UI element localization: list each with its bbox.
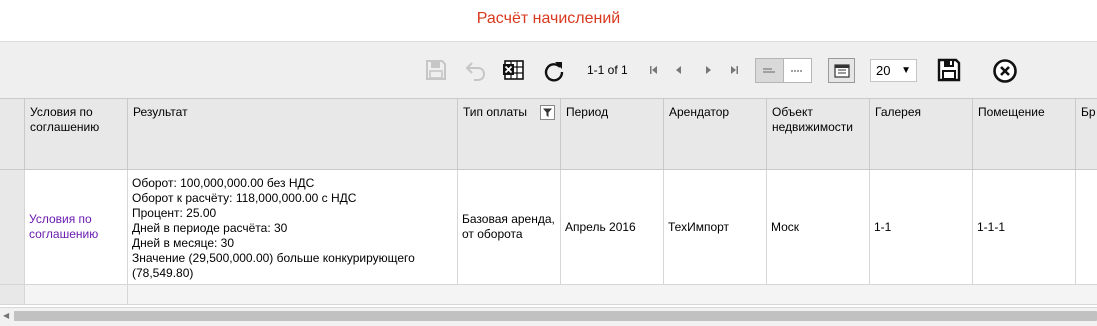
next-page-icon[interactable] <box>702 64 714 76</box>
refresh-icon[interactable] <box>541 58 567 84</box>
undo-icon[interactable] <box>462 57 490 85</box>
new-row-cell[interactable] <box>128 285 1097 305</box>
result-line: Дней в месяце: 30 <box>132 236 235 250</box>
scroll-left-icon[interactable]: ◀ <box>3 311 9 320</box>
new-row-selector[interactable] <box>0 285 25 305</box>
columns-icon[interactable] <box>828 58 855 83</box>
column-header-conditions[interactable]: Условия по соглашению <box>25 99 128 170</box>
pager-text: 1-1 of 1 <box>587 63 628 77</box>
table-cell-truncated <box>1076 170 1097 285</box>
page-size-value: 20 <box>876 63 891 78</box>
density-normal-icon[interactable] <box>784 59 811 82</box>
table-cell-premises: 1-1-1 <box>973 170 1076 285</box>
prev-page-icon[interactable] <box>673 64 685 76</box>
table-cell-gallery: 1-1 <box>870 170 973 285</box>
table-cell-conditions[interactable]: Условия по соглашению <box>25 170 128 285</box>
column-header-gallery[interactable]: Галерея <box>870 99 973 170</box>
page-size-select[interactable]: 20 ▼ <box>870 59 917 82</box>
row-selector[interactable] <box>0 170 25 285</box>
last-page-icon[interactable] <box>728 64 740 76</box>
horizontal-scrollbar[interactable]: ◀ <box>0 307 1097 326</box>
conditions-link[interactable]: Условия по соглашению <box>29 212 123 242</box>
grid-toolbar: 1-1 of 1 20 ▼ <box>0 42 1097 99</box>
table-cell-period: Апрель 2016 <box>561 170 664 285</box>
save-settings-icon[interactable] <box>935 56 963 84</box>
column-header-result[interactable]: Результат <box>128 99 458 170</box>
table-cell-property: Моск <box>767 170 870 285</box>
column-header-payment-type[interactable]: Тип оплаты <box>458 99 561 170</box>
new-row-cell[interactable] <box>25 285 128 305</box>
table-cell-tenant: ТехИмпорт <box>664 170 767 285</box>
filter-icon[interactable] <box>540 105 555 120</box>
table-cell-result: Оборот: 100,000,000.00 без НДС Оборот к … <box>128 170 458 285</box>
column-header-truncated[interactable]: Бр <box>1076 99 1097 170</box>
column-header-property[interactable]: Объект недвижимости <box>767 99 870 170</box>
row-selector-header[interactable] <box>0 99 25 170</box>
result-line: Дней в периоде расчёта: 30 <box>132 221 288 235</box>
page-title: Расчёт начислений <box>0 0 1097 42</box>
result-line: Значение (29,500,000.00) больше конкурир… <box>132 251 415 265</box>
chevron-down-icon: ▼ <box>901 65 911 76</box>
result-line: Оборот к расчёту: 118,000,000.00 с НДС <box>132 191 357 205</box>
first-page-icon[interactable] <box>648 64 660 76</box>
density-toggle[interactable] <box>755 58 812 83</box>
excel-export-icon[interactable] <box>501 57 527 83</box>
close-icon[interactable] <box>991 57 1019 85</box>
column-header-period[interactable]: Период <box>561 99 664 170</box>
table-cell-payment-type: Базовая аренда, от оборота <box>458 170 561 285</box>
column-header-premises[interactable]: Помещение <box>973 99 1076 170</box>
density-compact-icon[interactable] <box>756 59 784 82</box>
column-header-tenant[interactable]: Арендатор <box>664 99 767 170</box>
result-line: (78,549.80) <box>132 266 194 280</box>
scroll-thumb[interactable] <box>14 311 1097 321</box>
data-grid: Условия по соглашению Результат Тип опла… <box>0 99 1097 307</box>
result-line: Оборот: 100,000,000.00 без НДС <box>132 176 315 190</box>
column-header-payment-type-label: Тип оплаты <box>463 105 528 119</box>
result-line: Процент: 25.00 <box>132 206 217 220</box>
save-disk-icon[interactable] <box>423 57 449 83</box>
result-text: Оборот: 100,000,000.00 без НДС Оборот к … <box>132 176 415 281</box>
